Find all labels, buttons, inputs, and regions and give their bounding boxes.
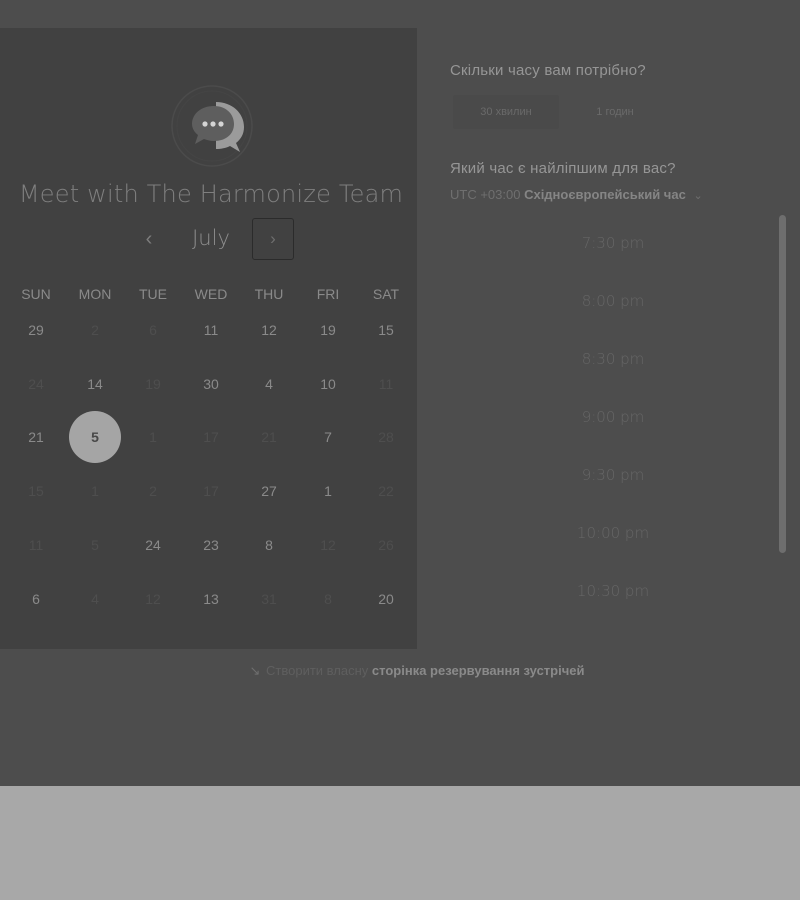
calendar-day: 8 [324, 591, 332, 607]
time-slot-scrollbar[interactable] [779, 215, 786, 553]
duration-option-1hour[interactable]: 1 годин [562, 95, 668, 129]
calendar-day[interactable]: 12 [242, 303, 296, 357]
time-slot[interactable]: 8:30 pm [451, 335, 775, 383]
calendar-day[interactable]: 4 [242, 357, 296, 411]
calendar-day: 11 [28, 537, 44, 553]
calendar-day: 12 [320, 537, 336, 553]
calendar-day: 26 [378, 537, 394, 553]
time-slot[interactable]: 9:30 pm [451, 451, 775, 499]
timezone-selector[interactable]: UTC +03:00 Східноєвропейський час ⌄ [450, 187, 703, 202]
calendar-day: 11 [378, 376, 394, 392]
chat-bubble-icon [171, 85, 253, 167]
calendar-day[interactable]: 29 [9, 303, 63, 357]
weekday-tue: TUE [139, 286, 167, 302]
next-month-button[interactable]: › [252, 218, 294, 260]
calendar-day: 5 [91, 537, 99, 553]
weekday-thu: THU [254, 286, 284, 302]
create-booking-page-link[interactable]: ↘ Створити власну сторінка резервування … [0, 663, 800, 679]
calendar-day: 1 [149, 429, 157, 445]
calendar-day[interactable]: 7 [301, 410, 355, 464]
calendar-day[interactable]: 30 [184, 357, 238, 411]
weekday-sun: SUN [21, 286, 51, 302]
calendar-day[interactable]: 19 [301, 303, 355, 357]
calendar-day: 12 [145, 591, 161, 607]
calendar-day[interactable]: 6 [9, 572, 63, 626]
calendar-day[interactable]: 21 [9, 410, 63, 464]
time-slot[interactable]: 9:00 pm [451, 393, 775, 441]
duration-option-30min[interactable]: 30 хвилин [453, 95, 559, 129]
calendar-day[interactable]: 10 [301, 357, 355, 411]
calendar-day[interactable]: 27 [242, 464, 296, 518]
meeting-title: Meet with The Harmonize Team [18, 180, 404, 208]
timezone-name: Східноєвропейський час [524, 187, 686, 202]
duration-heading: Скільки часу вам потрібно? [450, 62, 646, 79]
time-slot[interactable]: 7:30 pm [451, 219, 775, 267]
calendar-day: 15 [28, 483, 44, 499]
calendar-day: 17 [203, 483, 219, 499]
calendar-day: 28 [378, 429, 394, 445]
weekday-fri: FRI [316, 286, 340, 302]
footer-text-prefix: Створити власну [266, 663, 369, 678]
footer-text-bold: сторінка резервування зустрічей [371, 663, 585, 678]
calendar-day[interactable]: 13 [184, 572, 238, 626]
calendar-day: 21 [261, 429, 277, 445]
time-slot[interactable]: 8:00 pm [451, 277, 775, 325]
calendar-day: 17 [203, 429, 219, 445]
calendar-day[interactable]: 8 [242, 518, 296, 572]
calendar-day-selected[interactable]: 5 [69, 411, 121, 463]
weekday-sat: SAT [372, 286, 400, 302]
calendar-day[interactable]: 1 [301, 464, 355, 518]
calendar-day: 24 [28, 376, 44, 392]
month-label: July [192, 226, 230, 250]
time-slot[interactable]: 10:30 pm [451, 567, 775, 615]
weekday-mon: MON [78, 286, 112, 302]
calendar-day[interactable]: 20 [359, 572, 413, 626]
calendar-day: 19 [145, 376, 161, 392]
calendar-day[interactable]: 11 [184, 303, 238, 357]
calendar-day: 22 [378, 483, 394, 499]
calendar-day: 31 [261, 591, 277, 607]
calendar-day[interactable]: 23 [184, 518, 238, 572]
calendar-day: 1 [91, 483, 99, 499]
time-slot[interactable]: 10:00 pm [451, 509, 775, 557]
calendar-day[interactable]: 15 [359, 303, 413, 357]
calendar-day: 6 [149, 322, 157, 338]
arrow-icon: ↘ [249, 663, 261, 678]
calendar-day: 2 [149, 483, 157, 499]
timezone-offset: UTC +03:00 [450, 187, 521, 202]
calendar-day[interactable]: 24 [126, 518, 180, 572]
weekday-wed: WED [194, 286, 228, 302]
calendar-day: 4 [91, 591, 99, 607]
calendar-day[interactable]: 14 [68, 357, 122, 411]
chevron-down-icon: ⌄ [693, 190, 703, 202]
prev-month-button[interactable]: ‹ [136, 226, 162, 252]
time-heading: Який час є найліпшим для вас? [450, 160, 676, 177]
calendar-day: 2 [91, 322, 99, 338]
